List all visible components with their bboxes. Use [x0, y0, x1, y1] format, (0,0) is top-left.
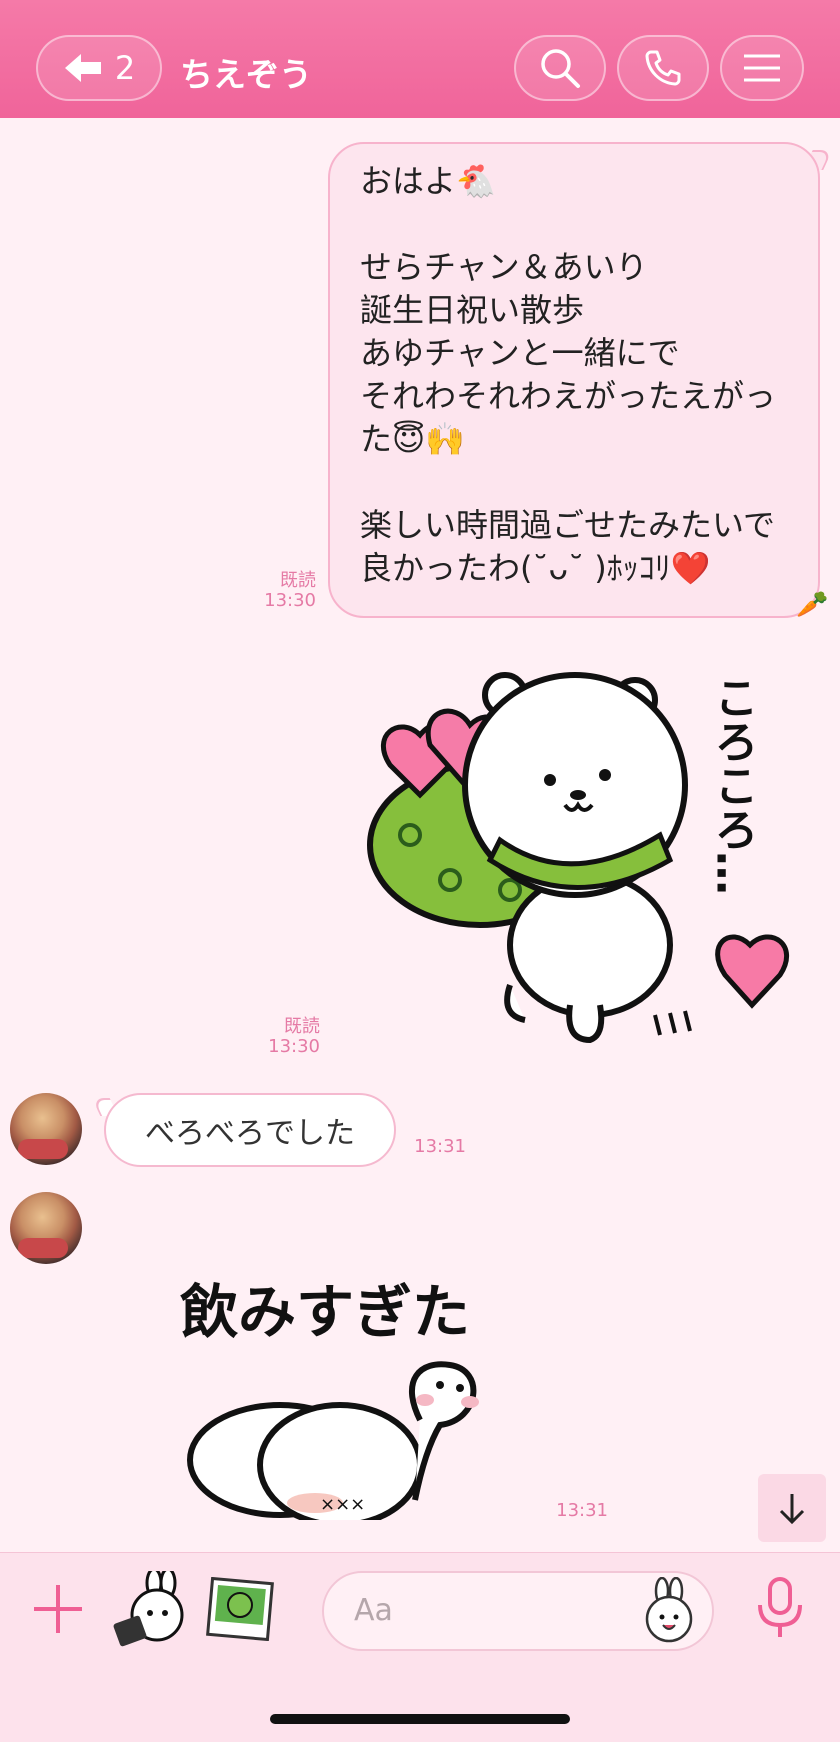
search-icon	[541, 49, 580, 88]
message-line: た😇🙌	[360, 420, 466, 458]
unread-count: 2	[114, 49, 136, 87]
message-time: 13:31	[556, 1500, 608, 1521]
gallery-icon[interactable]	[206, 1577, 274, 1641]
message-line: あゆチャンと一緒にで	[360, 334, 680, 372]
sticker-text: 飲みすぎた	[180, 1278, 470, 1346]
microphone-icon[interactable]	[752, 1575, 808, 1641]
menu-button[interactable]	[720, 35, 804, 101]
sticker-icon[interactable]	[112, 1571, 188, 1647]
message-line: 良かったわ(˘ᴗ˘ )ﾎｯｺﾘ❤️	[360, 549, 711, 587]
call-button[interactable]	[617, 35, 709, 101]
message-input[interactable]: Aa	[322, 1571, 714, 1651]
chat-title: ちえぞう	[180, 55, 312, 94]
sticker-text: ころころ…	[707, 675, 758, 895]
emoji-icon[interactable]	[638, 1577, 700, 1645]
message-time: 13:30	[264, 590, 316, 611]
message-line: 誕生日祝い散歩	[360, 291, 585, 329]
search-button[interactable]	[514, 35, 606, 101]
chat-header: 2 ちえぞう	[0, 0, 840, 118]
svg-text:×××: ×××	[320, 1494, 365, 1515]
message-time: 13:31	[414, 1136, 466, 1157]
phone-icon	[645, 50, 681, 86]
message-line: 楽しい時間過ごせたみたいで	[360, 506, 776, 544]
drunk-sticker[interactable]: 飲みすぎた ×××	[170, 1270, 510, 1520]
scroll-to-bottom-button[interactable]	[758, 1474, 826, 1542]
carrot-icon: 🥕	[796, 590, 829, 620]
home-indicator	[270, 1714, 570, 1724]
back-button[interactable]: 2	[36, 35, 162, 101]
arrow-down-icon	[779, 1494, 805, 1525]
message-text: べろべろでした	[145, 1116, 355, 1151]
plus-icon[interactable]	[32, 1583, 84, 1635]
outgoing-message-bubble[interactable]: おはよ🐔 せらチャン＆あいり 誕生日祝い散歩 あゆチャンと一緒にで それわそれわ…	[328, 142, 820, 618]
hamburger-menu-icon	[744, 54, 780, 82]
contact-avatar[interactable]	[10, 1192, 82, 1264]
contact-avatar[interactable]	[10, 1093, 82, 1165]
incoming-message-bubble[interactable]: べろべろでした	[104, 1093, 396, 1167]
message-time: 13:30	[268, 1036, 320, 1057]
message-line	[360, 461, 788, 504]
message-input-placeholder: Aa	[354, 1593, 393, 1628]
message-line	[360, 203, 788, 246]
message-line: せらチャン＆あいり	[360, 248, 648, 286]
message-line: それわそれわえがったえがっ	[360, 377, 777, 415]
back-arrow-icon	[64, 54, 101, 82]
read-receipt: 既読	[280, 570, 316, 591]
message-line: おはよ🐔	[360, 162, 496, 200]
read-receipt: 既読	[284, 1016, 320, 1037]
bear-sticker[interactable]: ころころ…	[360, 655, 820, 1065]
